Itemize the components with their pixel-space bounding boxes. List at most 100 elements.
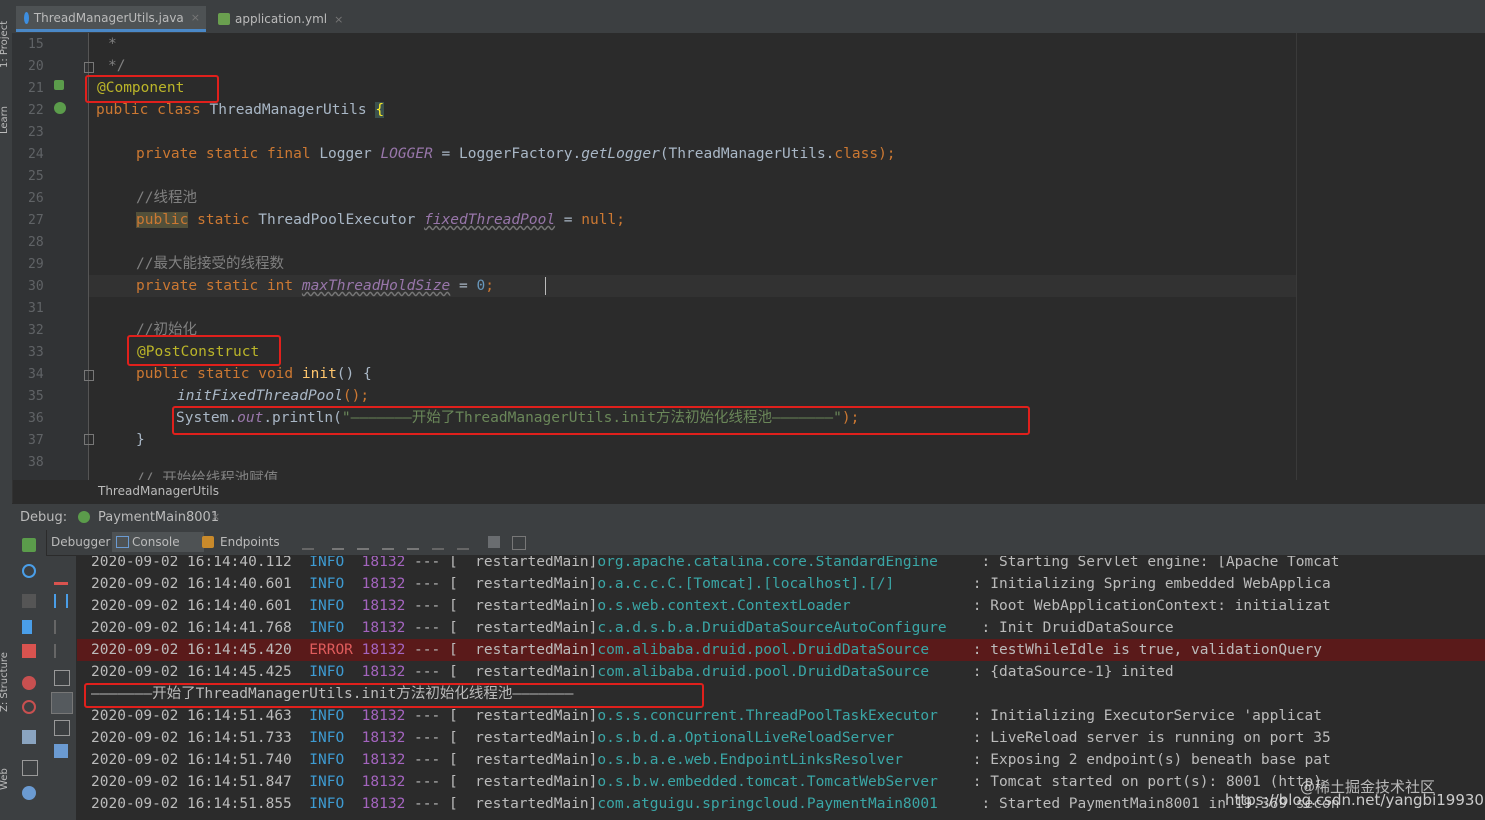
debug-side-toolbar — [12, 530, 47, 820]
tab-endpoints[interactable]: Endpoints — [220, 535, 280, 549]
step-into-icon[interactable] — [357, 537, 369, 550]
gear-icon[interactable] — [22, 786, 36, 800]
close-icon[interactable]: × — [334, 13, 343, 26]
evaluate-icon[interactable] — [488, 536, 500, 548]
code-token: = — [555, 212, 582, 228]
learn-tool-tab[interactable]: Learn — [0, 106, 10, 134]
view-breakpoints-icon[interactable] — [22, 676, 36, 690]
log-thread: restartedMain] — [457, 708, 598, 724]
project-tool-tab[interactable]: 1: Project — [0, 21, 10, 68]
spring-run-icon — [78, 511, 90, 523]
run-to-cursor-icon[interactable] — [457, 537, 469, 550]
camera-icon[interactable] — [22, 730, 36, 744]
web-tool-tab[interactable]: Web — [0, 768, 10, 790]
force-step-into-icon[interactable] — [382, 537, 394, 550]
text-cursor — [545, 277, 546, 295]
structure-tool-tab[interactable]: Z: Structure — [0, 652, 10, 712]
code-token: class — [834, 146, 879, 162]
log-timestamp: 2020-09-02 16:14:41.768 — [91, 620, 292, 636]
trash-icon[interactable] — [54, 744, 68, 758]
line-number: 26 — [28, 191, 44, 206]
line-number: 30 — [28, 279, 44, 294]
log-message: : Initializing ExecutorService 'applicat — [964, 708, 1322, 724]
log-thread: restartedMain] — [457, 556, 598, 570]
log-pid: 18132 — [361, 598, 406, 614]
log-pid: 18132 — [361, 730, 406, 746]
line-number: 38 — [28, 455, 44, 470]
fold-marker-icon[interactable] — [84, 370, 94, 381]
step-out-icon[interactable] — [407, 537, 419, 550]
log-separator: --- [ — [405, 708, 458, 724]
clear-icon[interactable] — [54, 568, 68, 585]
log-timestamp: 2020-09-02 16:14:51.847 — [91, 774, 292, 790]
debug-tool-header: Debug: PaymentMain8001 × — [12, 503, 1485, 531]
log-logger: c.a.d.s.b.a.DruidDataSourceAutoConfigure — [597, 620, 973, 636]
log-level: INFO — [309, 796, 345, 812]
breadcrumb: ThreadManagerUtils — [89, 480, 1485, 502]
log-thread: restartedMain] — [457, 598, 598, 614]
sort-icon[interactable] — [54, 594, 68, 608]
code-token: LOGGER — [380, 146, 433, 162]
console-log-line: 2020-09-02 16:14:45.425 INFO 18132 --- [… — [91, 661, 1174, 683]
highlight-box — [127, 335, 281, 366]
layout-icon[interactable] — [512, 536, 526, 550]
settings-icon[interactable] — [22, 760, 38, 776]
rerun-icon[interactable] — [22, 538, 36, 552]
log-timestamp: 2020-09-02 16:14:40.601 — [91, 598, 292, 614]
log-timestamp: 2020-09-02 16:14:45.425 — [91, 664, 292, 680]
pause-icon[interactable] — [22, 620, 32, 634]
step-over-icon[interactable] — [332, 537, 344, 550]
code-token: initFixedThreadPool — [177, 388, 343, 404]
code-line-24: private static final Logger LOGGER = Log… — [136, 143, 896, 165]
tab-threadmanagerutils-java[interactable]: ThreadManagerUtils.java × — [16, 6, 206, 32]
breadcrumb-item[interactable]: ThreadManagerUtils — [98, 484, 219, 498]
mute-breakpoints-icon[interactable] — [22, 700, 36, 714]
log-timestamp: 2020-09-02 16:14:51.733 — [91, 730, 292, 746]
log-message: : Exposing 2 endpoint(s) beneath base pa… — [964, 752, 1331, 768]
line-number: 15 — [28, 37, 44, 52]
fold-marker-icon[interactable] — [84, 62, 94, 73]
highlight-box — [84, 683, 704, 708]
code-line-30: private static int maxThreadHoldSize = 0… — [136, 275, 494, 297]
tab-console[interactable]: Console — [132, 535, 180, 549]
restart-icon[interactable] — [22, 564, 36, 578]
fold-marker-icon[interactable] — [84, 434, 94, 445]
line-number: 37 — [28, 433, 44, 448]
log-message: : {dataSource-1} inited — [964, 664, 1174, 680]
code-line-34: public static void init() { — [136, 363, 372, 385]
line-number: 36 — [28, 411, 44, 426]
log-thread: restartedMain] — [457, 620, 598, 636]
tab-application-yml[interactable]: application.yml × — [210, 6, 350, 32]
log-pid: 18132 — [361, 642, 406, 658]
highlight-box — [172, 406, 1030, 435]
log-pid: 18132 — [361, 796, 406, 812]
log-pid: 18132 — [361, 556, 406, 570]
show-execution-point-icon[interactable] — [302, 537, 314, 550]
code-token: 0 — [476, 278, 486, 294]
run-config-tab[interactable]: PaymentMain8001 — [98, 510, 219, 525]
spring-bean-icon[interactable] — [54, 102, 66, 114]
code-line-15: * — [108, 36, 117, 52]
code-token: static — [188, 212, 259, 228]
code-token: public class — [96, 102, 210, 118]
close-icon[interactable]: × — [191, 11, 200, 24]
scroll-to-end-icon[interactable] — [51, 692, 73, 714]
code-comment: //最大能接受的线程数 — [136, 256, 284, 272]
log-level: INFO — [309, 752, 345, 768]
code-comment: //线程池 — [136, 190, 197, 206]
right-margin-guide — [1296, 33, 1297, 480]
tab-debugger[interactable]: Debugger — [51, 535, 110, 549]
log-logger: o.s.web.context.ContextLoader — [597, 598, 965, 614]
code-line-27: public static ThreadPoolExecutor fixedTh… — [136, 209, 625, 231]
print-icon[interactable] — [54, 720, 70, 736]
up-arrow-icon[interactable] — [54, 620, 66, 634]
stop-icon[interactable] — [22, 644, 36, 658]
log-timestamp: 2020-09-02 16:14:45.420 — [91, 642, 292, 658]
close-icon[interactable]: × — [211, 510, 220, 523]
down-arrow-icon[interactable] — [54, 644, 66, 658]
drop-frame-icon[interactable] — [432, 537, 444, 550]
log-timestamp: 2020-09-02 16:14:40.112 — [91, 556, 292, 570]
resume-icon[interactable] — [22, 594, 36, 608]
spring-bean-icon[interactable] — [54, 80, 64, 90]
soft-wrap-icon[interactable] — [54, 670, 70, 686]
